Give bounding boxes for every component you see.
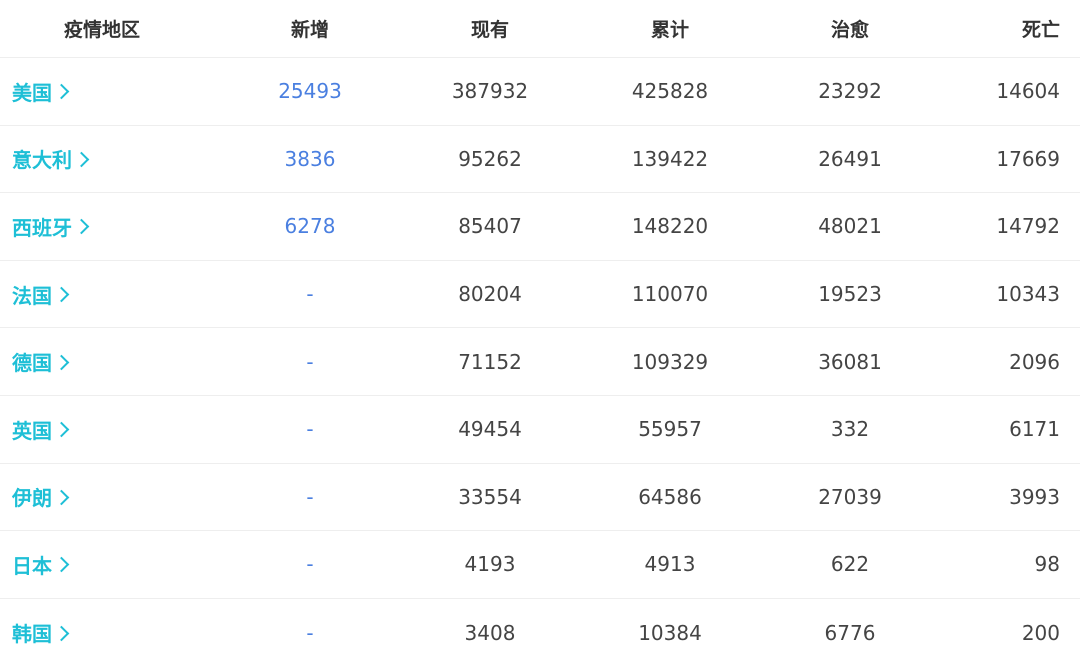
region-cell: 西班牙 <box>0 212 220 241</box>
current-cell: 85407 <box>458 214 522 239</box>
dead-cell: 10343 <box>996 282 1060 307</box>
cured-cell: 27039 <box>818 484 882 509</box>
chevron-right-icon <box>73 151 90 168</box>
region-name: 韩国 <box>12 622 52 647</box>
chevron-right-icon <box>53 354 70 370</box>
new-cell: - <box>306 552 314 577</box>
total-cell: 10384 <box>638 620 702 645</box>
cured-cell: 48021 <box>818 214 882 239</box>
dead-cell: 98 <box>1034 552 1060 577</box>
table-body: 美国 25493 387932 425828 23292 14604 意大利 3… <box>0 58 1080 666</box>
current-cell: 95262 <box>458 146 522 171</box>
region-name: 德国 <box>12 351 52 376</box>
table-row[interactable]: 西班牙 6278 85407 148220 48021 14792 <box>0 193 1080 261</box>
region-cell: 意大利 <box>0 144 220 173</box>
chevron-right-icon <box>53 489 70 506</box>
current-cell: 3408 <box>464 620 516 645</box>
total-cell: 64586 <box>638 484 702 509</box>
total-cell: 4913 <box>644 552 696 577</box>
region-name: 西班牙 <box>12 215 72 240</box>
region-cell: 伊朗 <box>0 482 220 511</box>
dead-cell: 17669 <box>996 146 1060 171</box>
region-link[interactable]: 伊朗 <box>12 482 70 511</box>
region-name: 意大利 <box>12 148 72 173</box>
cured-cell: 6776 <box>824 620 876 645</box>
chevron-right-icon <box>53 625 70 641</box>
header-region[interactable]: 疫情地区 <box>0 15 220 42</box>
region-link[interactable]: 英国 <box>12 415 70 444</box>
dead-cell: 3993 <box>1009 484 1060 509</box>
table-row[interactable]: 德国 - 71152 109329 36081 2096 <box>0 328 1080 396</box>
header-dead[interactable]: 死亡 <box>940 15 1080 42</box>
cured-cell: 19523 <box>818 282 882 307</box>
current-cell: 33554 <box>458 484 522 509</box>
table-row[interactable]: 法国 - 80204 110070 19523 10343 <box>0 261 1080 329</box>
total-cell: 55957 <box>638 417 702 442</box>
current-cell: 4193 <box>464 552 516 577</box>
header-current[interactable]: 现有 <box>400 15 580 42</box>
table-row[interactable]: 日本 - 4193 4913 622 98 <box>0 531 1080 599</box>
region-cell: 德国 <box>0 347 220 376</box>
region-link[interactable]: 日本 <box>12 550 70 579</box>
table-row[interactable]: 韩国 - 3408 10384 6776 200 <box>0 599 1080 666</box>
new-cell: - <box>306 282 314 307</box>
new-cell: - <box>306 349 314 374</box>
cured-cell: 26491 <box>818 146 882 171</box>
new-cell: - <box>306 417 314 442</box>
dead-cell: 200 <box>1021 620 1060 645</box>
region-name: 日本 <box>12 553 52 578</box>
current-cell: 80204 <box>458 282 522 307</box>
new-cell: 25493 <box>278 79 342 104</box>
region-cell: 法国 <box>0 280 220 309</box>
dead-cell: 14604 <box>996 79 1060 104</box>
chevron-right-icon <box>73 219 90 235</box>
epidemic-table: 疫情地区 新增 现有 累计 治愈 死亡 美国 25493 387932 4258… <box>0 0 1080 666</box>
region-cell: 美国 <box>0 77 220 106</box>
new-cell: 3836 <box>284 146 336 171</box>
total-cell: 109329 <box>631 349 709 374</box>
header-cured[interactable]: 治愈 <box>760 15 940 42</box>
region-link[interactable]: 西班牙 <box>12 212 90 241</box>
region-cell: 英国 <box>0 415 220 444</box>
cured-cell: 622 <box>830 552 870 577</box>
cured-cell: 23292 <box>818 79 882 104</box>
cured-cell: 332 <box>830 417 870 442</box>
header-new[interactable]: 新增 <box>220 15 400 42</box>
chevron-right-icon <box>53 557 70 573</box>
current-cell: 387932 <box>451 79 529 104</box>
region-link[interactable]: 德国 <box>12 347 70 376</box>
dead-cell: 2096 <box>1009 349 1060 374</box>
new-cell: - <box>306 620 314 645</box>
chevron-right-icon <box>53 84 70 100</box>
region-link[interactable]: 法国 <box>12 280 70 309</box>
current-cell: 49454 <box>458 417 522 442</box>
header-total[interactable]: 累计 <box>580 15 760 42</box>
table-row[interactable]: 意大利 3836 95262 139422 26491 17669 <box>0 126 1080 194</box>
region-cell: 日本 <box>0 550 220 579</box>
table-header: 疫情地区 新增 现有 累计 治愈 死亡 <box>0 0 1080 58</box>
region-link[interactable]: 美国 <box>12 77 70 106</box>
region-name: 法国 <box>12 283 52 308</box>
dead-cell: 6171 <box>1009 417 1060 442</box>
table-row[interactable]: 英国 - 49454 55957 332 6171 <box>0 396 1080 464</box>
current-cell: 71152 <box>458 349 522 374</box>
region-cell: 韩国 <box>0 618 220 647</box>
chevron-right-icon <box>53 421 70 438</box>
new-cell: - <box>306 484 314 509</box>
chevron-right-icon <box>53 286 70 303</box>
total-cell: 148220 <box>631 214 709 239</box>
region-name: 美国 <box>12 80 52 105</box>
region-link[interactable]: 意大利 <box>12 144 90 173</box>
table-row[interactable]: 美国 25493 387932 425828 23292 14604 <box>0 58 1080 126</box>
dead-cell: 14792 <box>996 214 1060 239</box>
new-cell: 6278 <box>284 214 336 239</box>
region-name: 英国 <box>12 418 52 443</box>
cured-cell: 36081 <box>818 349 882 374</box>
total-cell: 110070 <box>631 282 709 307</box>
region-link[interactable]: 韩国 <box>12 618 70 647</box>
total-cell: 425828 <box>631 79 709 104</box>
table-row[interactable]: 伊朗 - 33554 64586 27039 3993 <box>0 464 1080 532</box>
total-cell: 139422 <box>631 146 709 171</box>
region-name: 伊朗 <box>12 486 52 511</box>
